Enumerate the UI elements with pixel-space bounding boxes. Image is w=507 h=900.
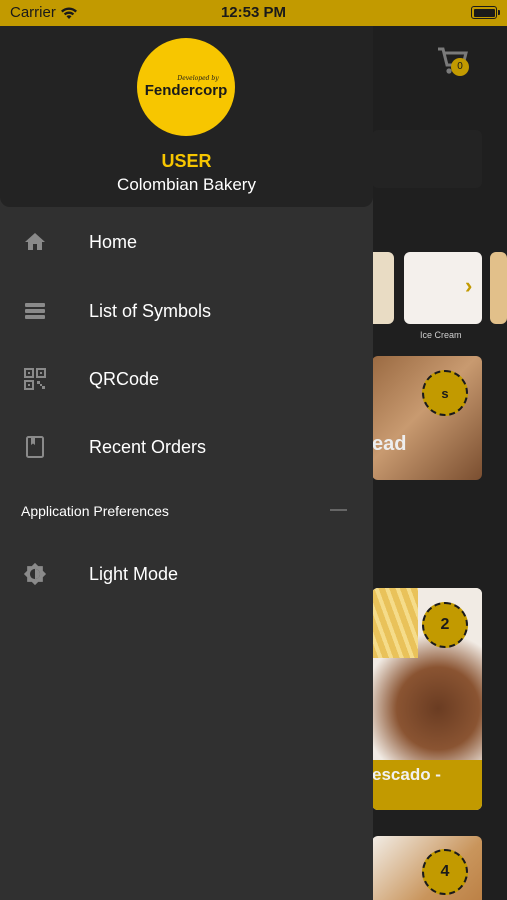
category-card[interactable]: [490, 252, 507, 324]
collapse-icon[interactable]: [330, 509, 347, 511]
menu-item-qrcode[interactable]: QRCode: [0, 349, 373, 409]
qrcode-icon: [23, 367, 47, 391]
search-bar[interactable]: [372, 130, 482, 188]
status-bar: Carrier 12:53 PM: [0, 0, 507, 26]
menu-item-label: QRCode: [89, 368, 160, 389]
logo-name: Fendercorp: [144, 82, 228, 99]
product-badge: 4: [422, 849, 468, 895]
navigation-drawer: Developed by Fendercorp USER Colombian B…: [0, 26, 373, 900]
brightness-icon: [23, 562, 47, 586]
menu-item-label: Home: [89, 231, 138, 252]
app-screen: Carrier 12:53 PM 0 › Ice Cream ead s esc…: [0, 0, 507, 900]
section-title-preferences: Application Preferences: [21, 503, 169, 519]
company-logo: Developed by Fendercorp: [137, 38, 235, 136]
menu-item-list-of-symbols[interactable]: List of Symbols: [0, 281, 373, 341]
battery-icon: [471, 6, 500, 19]
list-icon: [23, 299, 47, 323]
store-name: Colombian Bakery: [117, 175, 256, 194]
menu-item-label: Recent Orders: [89, 436, 207, 457]
menu-item-light-mode[interactable]: Light Mode: [0, 544, 373, 604]
logo-tagline: Developed by: [177, 75, 219, 82]
menu-item-recent-orders[interactable]: Recent Orders: [0, 417, 373, 477]
drawer-header: Developed by Fendercorp USER Colombian B…: [0, 26, 373, 207]
cart-count-badge: 0: [451, 58, 469, 76]
status-time: 12:53 PM: [220, 4, 287, 21]
menu-item-label: List of Symbols: [89, 300, 212, 321]
chevron-right-icon[interactable]: ›: [465, 273, 472, 299]
product-badge: 2: [422, 602, 468, 648]
menu-item-label: Light Mode: [89, 563, 179, 584]
home-icon: [23, 230, 47, 254]
user-name: USER: [161, 151, 212, 171]
product-title: escado -: [372, 765, 441, 784]
product-card[interactable]: [372, 356, 482, 480]
menu-item-home[interactable]: Home: [0, 212, 373, 272]
orders-icon: [23, 435, 47, 459]
category-label: Ice Cream: [420, 330, 462, 340]
product-badge: s: [422, 370, 468, 416]
product-title: ead: [372, 433, 407, 455]
fries-image: [372, 588, 418, 658]
